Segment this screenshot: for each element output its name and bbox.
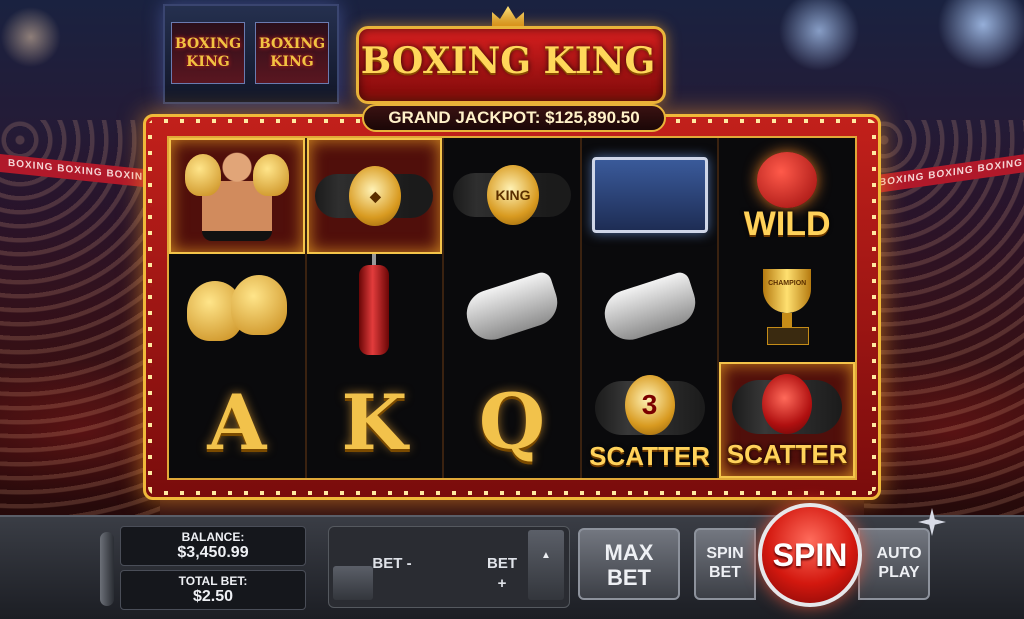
jumbotron: BOXING KING BOXING KING [163, 4, 339, 104]
whistle-icon [460, 269, 564, 346]
bet-minus-label: BET - [372, 555, 412, 572]
reel-cell [169, 254, 305, 366]
balance-display: BALANCE: $3,450.99 [120, 526, 306, 566]
total-bet-label: TOTAL BET: [178, 574, 248, 588]
king-belt-icon: KING [452, 164, 571, 225]
total-bet-value: $2.50 [192, 588, 234, 605]
scatter-label: SCATTER [589, 440, 710, 471]
trophy-icon: CHAMPION [757, 269, 817, 345]
balance-value: $3,450.99 [177, 544, 249, 561]
game-logo: BOXING KING [356, 6, 666, 104]
reel-cell [582, 138, 718, 251]
wild-label: WILD [743, 205, 831, 243]
letter-q-symbol: Q [478, 376, 546, 466]
game-title: BOXING KING [360, 40, 656, 82]
spin-button[interactable]: SPIN [758, 503, 862, 607]
scatter-belt-icon: 3 [594, 375, 705, 436]
wild-glove-icon [757, 152, 818, 208]
letter-k-symbol: K [341, 377, 408, 467]
total-bet-display: TOTAL BET: $2.50 [120, 570, 306, 610]
spin-bet-button[interactable]: SPIN BET [694, 528, 756, 600]
side-handle[interactable] [100, 532, 114, 606]
scatter-label: SCATTER [726, 439, 848, 469]
reel-cell [169, 138, 305, 254]
reel-cell [307, 254, 443, 366]
reel-cell: KING [444, 138, 580, 251]
reel-3: KING Q [444, 138, 582, 478]
bet-plus-button[interactable]: ▲ [528, 530, 564, 600]
trophy-label: CHAMPION [763, 269, 812, 313]
reel-cell: CHAMPION [719, 250, 855, 362]
balance-label: BALANCE: [181, 530, 245, 544]
bet-plus-label: BET + [487, 555, 517, 592]
reel-cell: 3 SCATTER [582, 365, 718, 478]
reel-cell [582, 251, 718, 364]
reel-cell: SCATTER [719, 362, 855, 478]
king-belt-label: KING [486, 164, 539, 225]
reel-cell: K [307, 366, 443, 478]
crown-icon [492, 6, 524, 26]
punching-bag-icon [359, 254, 390, 355]
letter-a-symbol: A [207, 377, 267, 467]
reel-cell [444, 251, 580, 364]
reel-grid: A ◆ K KING Q 3 SCATTER WILD CHAMPION SCA… [167, 136, 857, 480]
bet-minus-button[interactable] [333, 566, 373, 600]
whistle-icon [598, 269, 702, 346]
grand-jackpot-display: GRAND JACKPOT: $125,890.50 [362, 104, 666, 132]
scatter-badge: 3 [624, 375, 675, 436]
boxer-icon [177, 144, 297, 248]
jumbotron-screen-right: BOXING KING [255, 22, 329, 84]
reel-4: 3 SCATTER [582, 138, 720, 478]
boxing-ring-icon [591, 156, 708, 233]
diamond-belt-icon: ◆ [315, 166, 434, 226]
max-bet-button[interactable]: MAX BET [578, 528, 680, 600]
reel-cell: Q [444, 365, 580, 478]
reel-1: A [169, 138, 307, 478]
reel-cell: ◆ [306, 138, 443, 254]
jumbotron-screen-left: BOXING KING [171, 22, 245, 84]
scatter-glove-icon [732, 374, 843, 434]
reel-cell: A [169, 366, 305, 478]
auto-play-button[interactable]: AUTO PLAY [858, 528, 930, 600]
reel-cell: WILD [719, 138, 855, 250]
reel-2: ◆ K [306, 138, 445, 478]
reel-5: WILD CHAMPION SCATTER [719, 138, 855, 478]
gold-gloves-icon [186, 275, 287, 345]
